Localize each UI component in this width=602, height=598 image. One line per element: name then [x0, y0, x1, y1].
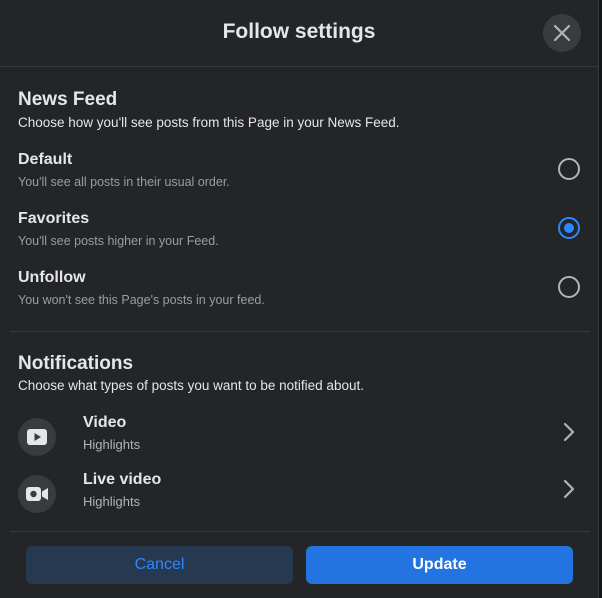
notification-sub: Highlights: [83, 494, 141, 509]
notifications-subtitle: Choose what types of posts you want to b…: [18, 378, 364, 393]
notification-label: Live video: [83, 471, 162, 488]
live-video-camera-icon: [18, 475, 56, 513]
notification-item-video[interactable]: Video Highlights: [0, 414, 599, 464]
radio-default[interactable]: [558, 158, 580, 180]
option-unfollow[interactable]: Unfollow You won't see this Page's posts…: [0, 269, 599, 321]
close-button[interactable]: [543, 14, 581, 52]
notification-sub: Highlights: [83, 437, 141, 452]
close-icon: [553, 24, 571, 42]
cancel-button[interactable]: Cancel: [26, 546, 293, 584]
option-label: Unfollow: [18, 269, 86, 286]
notifications-title: Notifications: [18, 353, 134, 374]
news-feed-title: News Feed: [18, 89, 118, 110]
notification-item-live-video[interactable]: Live video Highlights: [0, 471, 599, 521]
footer-divider: [10, 531, 590, 532]
option-description: You'll see all posts in their usual orde…: [18, 175, 230, 189]
radio-unfollow[interactable]: [558, 276, 580, 298]
option-label: Favorites: [18, 210, 90, 227]
option-label: Default: [18, 151, 73, 168]
radio-favorites[interactable]: [558, 217, 580, 239]
dialog-header: Follow settings: [0, 0, 598, 67]
chevron-right-icon: [563, 422, 575, 442]
option-default[interactable]: Default You'll see all posts in their us…: [0, 151, 599, 203]
video-play-icon: [18, 418, 56, 456]
radio-selected-dot: [564, 223, 574, 233]
follow-settings-dialog: Follow settings News Feed Choose how you…: [0, 0, 599, 598]
update-button[interactable]: Update: [306, 546, 573, 584]
chevron-right-icon: [563, 479, 575, 499]
section-divider: [10, 331, 590, 332]
option-favorites[interactable]: Favorites You'll see posts higher in you…: [0, 210, 599, 262]
option-description: You won't see this Page's posts in your …: [18, 293, 265, 307]
dialog-title: Follow settings: [222, 20, 376, 43]
notification-label: Video: [83, 414, 127, 431]
news-feed-subtitle: Choose how you'll see posts from this Pa…: [18, 115, 400, 130]
option-description: You'll see posts higher in your Feed.: [18, 234, 219, 248]
